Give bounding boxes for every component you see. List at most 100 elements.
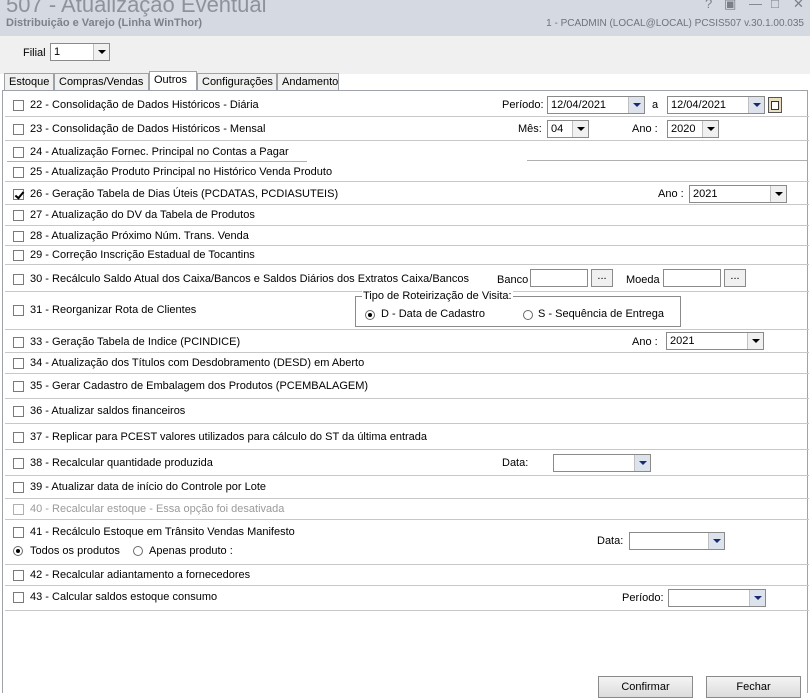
chevron-down-icon[interactable]	[702, 121, 718, 137]
option-label-34: 34 - Atualização dos Títulos com Desdobr…	[30, 357, 365, 369]
option-label-37: 37 - Replicar para PCEST valores utiliza…	[30, 431, 428, 443]
checkbox-36[interactable]	[13, 406, 24, 417]
close-button[interactable]: Fechar	[706, 676, 801, 698]
option-row-39: 39 - Atualizar data de início do Control…	[5, 476, 809, 499]
outros-panel: 22 - Consolidação de Dados Históricos - …	[2, 90, 809, 693]
option-row-42: 42 - Recalcular adiantamento a fornecedo…	[5, 565, 809, 586]
session-info: 1 - PCADMIN (LOCAL@LOCAL) PCSIS507 v.30.…	[546, 18, 804, 29]
all-products-radio[interactable]	[13, 546, 23, 556]
chevron-down-icon[interactable]	[747, 333, 763, 349]
routing-option-d-radio[interactable]	[365, 310, 375, 320]
single-product-label: Apenas produto :	[149, 545, 233, 557]
checkbox-39[interactable]	[13, 482, 24, 493]
routing-type-label: Tipo de Roteirização de Visita:	[362, 290, 513, 302]
option-label-42: 42 - Recalcular adiantamento a fornecedo…	[30, 569, 251, 581]
tab-andamento[interactable]: Andamento	[277, 73, 339, 90]
checkbox-30[interactable]	[13, 274, 24, 285]
minimize-icon[interactable]: —	[749, 0, 762, 11]
option-label-40: 40 - Recalcular estoque - Essa opção foi…	[30, 503, 285, 515]
help-icon[interactable]: ?	[705, 0, 712, 11]
checkbox-37[interactable]	[13, 432, 24, 443]
checkbox-22[interactable]	[13, 100, 24, 111]
checkbox-28[interactable]	[13, 231, 24, 242]
checkbox-43[interactable]	[13, 592, 24, 603]
option-label-27: 27 - Atualização do DV da Tabela de Prod…	[30, 209, 255, 221]
routing-option-s-radio[interactable]	[523, 310, 533, 320]
mes-select[interactable]: 04	[547, 120, 589, 138]
checkbox-23[interactable]	[13, 124, 24, 135]
checkbox-33[interactable]	[13, 337, 24, 348]
option-label-26: 26 - Geração Tabela de Dias Úteis (PCDAT…	[30, 188, 339, 200]
checkbox-24[interactable]	[13, 147, 24, 158]
option-label-38: 38 - Recalcular quantidade produzida	[30, 457, 213, 469]
close-icon[interactable]: ✕	[793, 0, 804, 12]
tab-compras-vendas[interactable]: Compras/Vendas	[54, 73, 149, 90]
option-label-41: 41 - Recálculo Estoque em Trânsito Venda…	[30, 526, 295, 538]
option-label-43: 43 - Calcular saldos estoque consumo	[30, 591, 218, 603]
chevron-down-icon[interactable]	[748, 97, 764, 113]
periodo-select-43[interactable]	[668, 589, 766, 607]
moeda-input[interactable]	[663, 269, 721, 287]
option-label-24: 24 - Atualização Fornec. Principal no Co…	[30, 146, 289, 158]
option-row-40: 40 - Recalcular estoque - Essa opção foi…	[5, 499, 809, 520]
maximize-icon[interactable]: □	[771, 0, 779, 11]
data-select-38[interactable]	[553, 454, 651, 472]
periodo-label: Período:	[502, 99, 544, 111]
option-label-29: 29 - Correção Inscrição Estadual de Toca…	[30, 249, 255, 261]
option-row-23: 23 - Consolidação de Dados Históricos - …	[5, 117, 809, 141]
banco-lookup-button[interactable]: ...	[591, 269, 613, 287]
checkbox-35[interactable]	[13, 381, 24, 392]
data-select-41[interactable]	[629, 532, 725, 550]
periodo-from-date[interactable]: 12/04/2021	[547, 96, 645, 114]
checkbox-34[interactable]	[13, 358, 24, 369]
option-row-35: 35 - Gerar Cadastro de Embalagem dos Pro…	[5, 374, 809, 399]
banco-input[interactable]	[530, 269, 588, 287]
routing-option-d-label: D - Data de Cadastro	[381, 308, 485, 320]
chevron-down-icon[interactable]	[708, 533, 724, 549]
option-row-31: 31 - Reorganizar Rota de Clientes Tipo d…	[5, 290, 809, 330]
tab-configuracoes[interactable]: Configurações	[197, 73, 277, 90]
checkbox-38[interactable]	[13, 458, 24, 469]
moeda-lookup-button[interactable]: ...	[724, 269, 746, 287]
chevron-down-icon[interactable]	[93, 44, 109, 60]
option-row-34: 34 - Atualização dos Títulos com Desdobr…	[5, 353, 809, 374]
checkbox-42[interactable]	[13, 570, 24, 581]
chevron-down-icon[interactable]	[572, 121, 588, 137]
checkbox-31[interactable]	[13, 305, 24, 316]
banco-label: Banco	[497, 274, 529, 286]
restore-icon[interactable]: ▣	[724, 0, 736, 12]
periodo-label-43: Período:	[622, 592, 664, 604]
ano-label-23: Ano :	[632, 123, 658, 135]
option-label-25: 25 - Atualização Produto Principal no Hi…	[30, 166, 333, 178]
tab-outros[interactable]: Outros	[149, 71, 197, 90]
routing-type-group: Tipo de Roteirização de Visita: D - Data…	[355, 290, 681, 327]
ano-select-33[interactable]: 2021	[666, 332, 764, 350]
option-row-27: 27 - Atualização do DV da Tabela de Prod…	[5, 205, 809, 226]
routing-option-s-label: S - Sequência de Entrega	[538, 308, 664, 320]
checkbox-41[interactable]	[13, 527, 24, 538]
tab-estoque[interactable]: Estoque	[4, 73, 54, 90]
calendar-icon[interactable]	[768, 97, 782, 113]
filial-label: Filial	[23, 47, 46, 59]
option-row-41: 41 - Recálculo Estoque em Trânsito Venda…	[5, 520, 809, 565]
checkbox-29[interactable]	[13, 250, 24, 261]
filial-panel: Filial 1	[0, 36, 810, 74]
chevron-down-icon[interactable]	[749, 590, 765, 606]
ano-select-23[interactable]: 2020	[667, 120, 719, 138]
checkbox-40	[13, 504, 24, 515]
option-row-24: 24 - Atualização Fornec. Principal no Co…	[5, 141, 809, 161]
chevron-down-icon[interactable]	[634, 455, 650, 471]
checkbox-27[interactable]	[13, 210, 24, 221]
checkbox-26[interactable]	[13, 189, 24, 200]
confirm-button[interactable]: Confirmar	[598, 676, 693, 698]
checkbox-25[interactable]	[13, 167, 24, 178]
option-row-37: 37 - Replicar para PCEST valores utiliza…	[5, 424, 809, 450]
option-label-30: 30 - Recálculo Saldo Atual dos Caixa/Ban…	[30, 273, 470, 285]
chevron-down-icon[interactable]	[770, 186, 786, 202]
single-product-radio[interactable]	[133, 546, 143, 556]
periodo-to-date[interactable]: 12/04/2021	[667, 96, 765, 114]
ano-select-26[interactable]: 2021	[689, 185, 787, 203]
filial-select[interactable]: 1	[50, 43, 110, 61]
chevron-down-icon[interactable]	[628, 97, 644, 113]
ano-label-26: Ano :	[658, 188, 684, 200]
